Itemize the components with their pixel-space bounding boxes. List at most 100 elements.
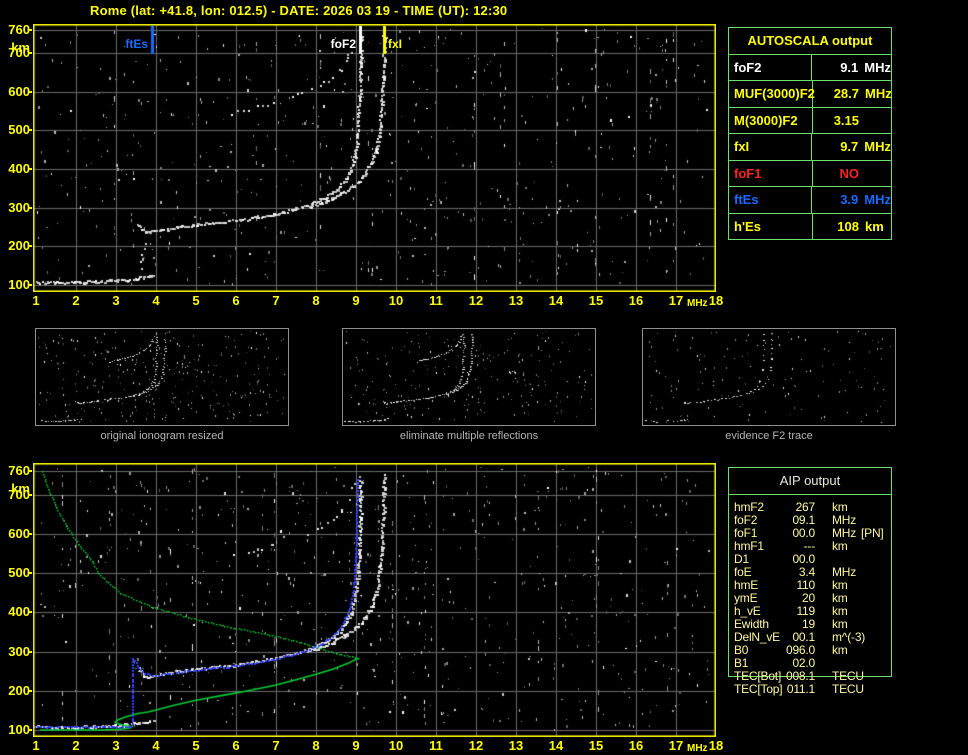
y-axis-tick: [28, 284, 32, 286]
x-axis-tick-label: 18: [708, 738, 724, 753]
x-axis-unit-label: MHz: [687, 743, 708, 754]
x-axis-tick-label: 16: [628, 293, 644, 308]
autoscala-table-header: AUTOSCALA output: [747, 33, 873, 49]
x-axis-tick-label: 7: [272, 293, 280, 308]
y-axis-tick-label: 500: [8, 565, 30, 581]
x-axis-tick-label: 5: [192, 293, 200, 308]
aip-table-header: AIP output: [729, 468, 891, 495]
y-axis-tick-label: 760: [8, 21, 30, 37]
y-axis-tick-label: 100: [8, 277, 30, 292]
thumbnail-no-multiple-reflections: [342, 328, 596, 426]
autoscala-param-label: fxI: [729, 134, 813, 160]
page-title: Rome (lat: +41.8, lon: 012.5) - DATE: 20…: [90, 3, 508, 18]
x-axis-tick-label: 2: [72, 738, 80, 753]
autoscala-row-ftes: ftEs 3.9 MHz: [729, 186, 891, 213]
x-axis-tick-label: 16: [628, 738, 644, 753]
y-axis-tick-label: 200: [8, 238, 30, 254]
y-axis-tick: [28, 650, 32, 653]
x-axis-tick-label: 18: [708, 293, 724, 308]
autoscala-row-fxi: fxI 9.7 MHz: [729, 133, 891, 160]
autoscala-param-value: 3.15: [833, 112, 859, 128]
x-axis-tick-label: 17: [668, 293, 684, 308]
autoscala-param-label: MUF(3000)F2: [729, 81, 815, 107]
marker-label-ftEs: ftEs: [125, 37, 148, 51]
x-axis-tick-label: 6: [232, 738, 240, 753]
y-axis-unit-label: km: [11, 481, 30, 497]
marker-label-fxI: fxI: [388, 37, 403, 51]
y-axis-tick-label: 400: [8, 160, 30, 176]
y-axis-tick-label: 300: [8, 199, 30, 215]
autoscala-row-fof1: foF1 NO: [729, 159, 891, 186]
y-axis-tick: [28, 167, 32, 170]
autoscala-param-label: foF1: [729, 160, 813, 186]
x-axis-tick-label: 10: [388, 738, 404, 753]
x-axis-tick-label: 15: [588, 293, 604, 308]
autoscala-param-value: NO: [839, 165, 860, 181]
y-axis-tick-label: 300: [8, 643, 30, 659]
autoscala-param-value: 3.9 MHz: [840, 192, 891, 208]
y-axis-tick: [28, 206, 32, 209]
aip-row-tectop: TEC[Top] 011.1 TECU: [729, 683, 893, 696]
y-axis-tick: [28, 470, 32, 473]
x-axis-tick-label: 10: [388, 293, 404, 308]
x-axis-tick-label: 15: [588, 738, 604, 753]
y-axis-tick-label: 100: [8, 722, 30, 737]
y-axis-tick-label: 200: [8, 682, 30, 698]
autoscala-row-muf3000f2: MUF(3000)F2 28.7 MHz: [729, 80, 892, 107]
y-axis-tick-label: 600: [8, 526, 30, 541]
y-axis-tick-label: 400: [8, 604, 30, 620]
x-axis-tick-label: 13: [508, 293, 524, 308]
aip-param-unit: km: [832, 643, 848, 657]
x-axis-tick-label: 1: [32, 293, 40, 308]
thumbnail-f2-trace-evidence: [642, 328, 896, 426]
autoscala-param-label: foF2: [729, 54, 813, 80]
aip-param-value: 011.1: [786, 682, 815, 696]
y-axis-tick-label: 600: [8, 83, 30, 99]
x-axis-tick-label: 9: [352, 293, 360, 308]
y-axis-tick: [28, 689, 32, 692]
x-axis-tick-label: 11: [429, 293, 443, 308]
x-axis-tick-label: 1: [32, 738, 40, 753]
x-axis-tick-label: 8: [312, 738, 320, 753]
x-axis-tick-label: 4: [152, 293, 160, 308]
y-axis-tick: [28, 90, 32, 93]
profile-fit-plot-canvas: [33, 463, 716, 737]
x-axis-tick-label: 9: [352, 738, 360, 753]
y-axis-tick: [28, 572, 32, 575]
thumbnail-caption: evidence F2 trace: [725, 430, 813, 442]
x-axis-tick-label: 4: [152, 738, 160, 753]
y-axis-tick: [28, 729, 32, 731]
ionogram-plot-canvas: [33, 24, 716, 292]
autoscala-output-table: AUTOSCALA output foF2 9.1 MHz MUF(3000)F2 28…: [728, 27, 892, 240]
x-axis-tick-label: 12: [468, 738, 484, 753]
autoscala-row-fof2: foF2 9.1 MHz: [729, 53, 891, 80]
x-axis-tick-label: 13: [508, 738, 524, 753]
y-axis-tick: [28, 533, 32, 535]
autoscala-param-value: 28.7 MHz: [833, 86, 892, 102]
x-axis-unit-label: MHz: [687, 298, 708, 309]
autoscala-row-hes: h'Es 108 km: [729, 212, 891, 239]
y-axis-tick: [28, 245, 32, 248]
x-axis-tick-label: 8: [312, 293, 320, 308]
x-axis-tick-label: 7: [272, 738, 280, 753]
autoscala-param-label: M(3000)F2: [729, 107, 813, 133]
y-axis-tick: [28, 611, 32, 614]
autoscala-row-m3000f2: M(3000)F2 3.15: [729, 106, 891, 133]
thumbnail-caption: original ionogram resized: [100, 430, 224, 442]
y-axis-tick: [28, 129, 32, 132]
marker-label-foF2: foF2: [330, 37, 356, 51]
y-axis-tick-label: 500: [8, 122, 30, 138]
x-axis-tick-label: 2: [72, 293, 80, 308]
x-axis-tick-label: 14: [548, 738, 564, 753]
x-axis-tick-label: 5: [192, 738, 200, 753]
x-axis-tick-label: 3: [112, 293, 120, 308]
x-axis-tick-label: 11: [429, 738, 443, 753]
aip-param-note: [PN]: [861, 526, 884, 540]
x-axis-tick-label: 12: [468, 293, 484, 308]
y-axis-tick: [28, 28, 32, 31]
autoscala-param-label: ftEs: [729, 187, 813, 213]
y-axis-tick-label: 760: [8, 463, 30, 479]
autoscala-param-value: 9.1 MHz: [840, 59, 891, 75]
aip-output-table: AIP output hmF2 267 km foF2 09.1 MHz foF1 00.0 M…: [728, 467, 892, 696]
x-axis-tick-label: 6: [232, 293, 240, 308]
